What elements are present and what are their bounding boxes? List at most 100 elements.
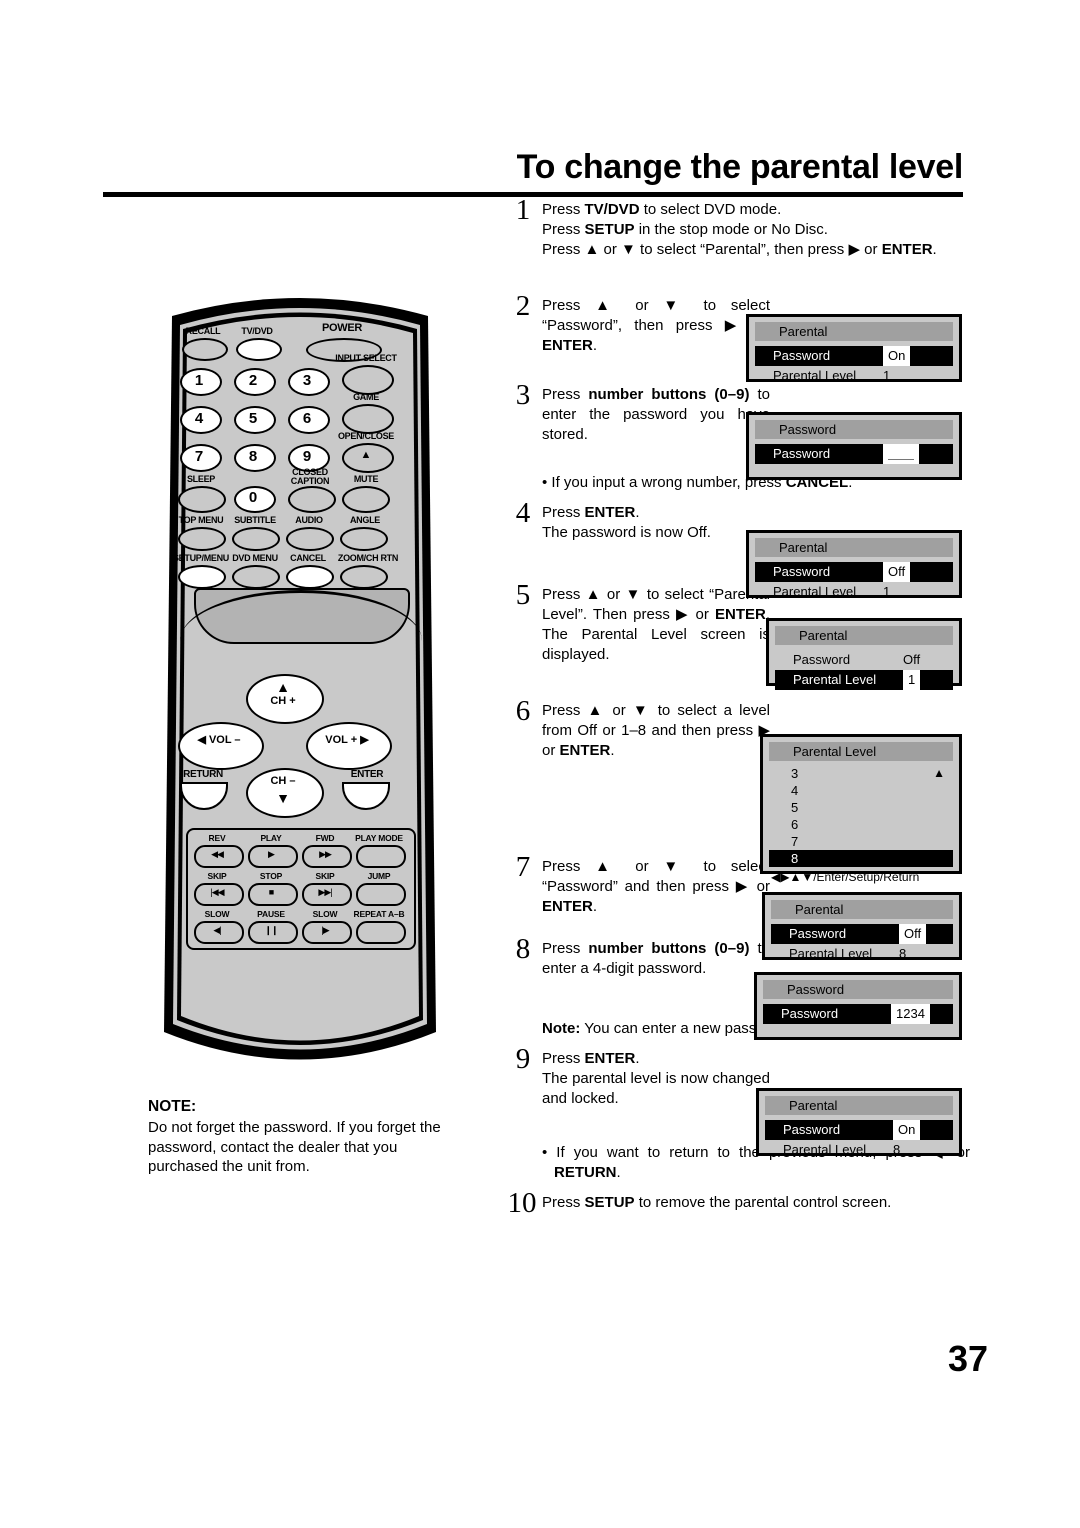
osd-screen-new-password: Password Password 1234 bbox=[754, 972, 962, 1040]
remote-label-skip-fwd: SKIP bbox=[315, 871, 335, 881]
remote-label-stop: STOP bbox=[259, 871, 283, 881]
osd-menu-row[interactable]: Parental Level 1 bbox=[755, 366, 953, 386]
osd-level-item[interactable]: 8 bbox=[769, 850, 953, 867]
remote-button-setup-menu[interactable] bbox=[178, 565, 226, 589]
remote-label-mute: MUTE bbox=[353, 474, 379, 484]
remote-label-vol-minus: ◀ VOL – bbox=[197, 734, 241, 746]
remote-label-fwd: FWD bbox=[315, 833, 335, 843]
remote-button-game[interactable] bbox=[342, 404, 394, 434]
osd-screen-parental-locked: Parental Password On Parental Level 8 bbox=[756, 1088, 962, 1157]
remote-button-top-menu[interactable] bbox=[178, 527, 226, 551]
osd-menu-row[interactable]: Password Off bbox=[775, 650, 953, 670]
osd-menu-row[interactable]: Password Off bbox=[771, 924, 953, 944]
remote-button-subtitle[interactable] bbox=[232, 527, 280, 551]
remote-button-sleep[interactable] bbox=[178, 486, 226, 513]
step-number: 3 bbox=[515, 379, 531, 411]
osd-menu-row[interactable]: Password Off bbox=[755, 562, 953, 582]
pause-icon: ❙❙ bbox=[264, 925, 278, 935]
remote-control-illustration: RECALL TV/DVD POWER 1 2 3 INPUT SELECT 4… bbox=[150, 272, 450, 1082]
osd-menu-row[interactable]: Parental Level 1 bbox=[755, 582, 953, 602]
play-icon: ▶ bbox=[268, 849, 275, 859]
remote-button-audio[interactable] bbox=[286, 527, 334, 551]
note-text: Do not forget the password. If you forge… bbox=[148, 1119, 441, 1175]
osd-menu-row[interactable]: Password 1234 bbox=[763, 1004, 953, 1024]
remote-button-tvdvd[interactable] bbox=[236, 338, 282, 361]
remote-label-rev: REV bbox=[208, 833, 226, 843]
stop-icon: ■ bbox=[268, 887, 274, 897]
remote-number-0: 0 bbox=[248, 489, 258, 506]
remote-button-mute[interactable] bbox=[342, 486, 390, 513]
remote-button-play-mode[interactable] bbox=[356, 845, 406, 868]
osd-row-label: Password bbox=[783, 1122, 841, 1137]
osd-row-label: Password bbox=[793, 652, 851, 667]
scroll-up-arrow-icon: ▲ bbox=[933, 766, 945, 780]
step-body: Press ▲ or ▼ to select “Password” and th… bbox=[542, 858, 770, 915]
remote-button-recall[interactable] bbox=[182, 338, 228, 361]
osd-row-value: 1 bbox=[883, 368, 891, 383]
osd-title-bar: Parental bbox=[765, 1096, 953, 1115]
remote-number-7: 7 bbox=[194, 448, 204, 465]
osd-row-label: Parental Level bbox=[773, 584, 857, 599]
remote-label-closed-caption: CLOSED CAPTION bbox=[290, 467, 330, 486]
osd-level-item[interactable]: 5 bbox=[769, 799, 953, 816]
osd-menu-row[interactable]: Parental Level 1 bbox=[775, 670, 953, 690]
remote-number-9: 9 bbox=[302, 448, 312, 465]
osd-title-bar: Parental bbox=[775, 626, 953, 645]
arrow-up-icon: ▲ bbox=[276, 679, 290, 695]
remote-label-repeat-ab: REPEAT A–B bbox=[353, 909, 405, 919]
osd-screen-parental-password-on: Parental Password On Parental Level 1 bbox=[746, 314, 962, 383]
remote-number-3: 3 bbox=[302, 372, 312, 389]
osd-row-label: Password bbox=[773, 348, 831, 363]
remote-button-zoom-ch-rtn[interactable] bbox=[340, 565, 388, 589]
osd-row-value: On bbox=[893, 1120, 921, 1140]
step-line: Press ▲ or ▼ to select “Parental”, then … bbox=[542, 241, 937, 258]
remote-button-angle[interactable] bbox=[340, 527, 388, 551]
osd-menu-row[interactable]: Parental Level 8 bbox=[771, 944, 953, 964]
osd-menu-row[interactable]: Password On bbox=[755, 346, 953, 366]
osd-row-label: Password bbox=[773, 446, 831, 461]
rewind-icon: ◀◀ bbox=[211, 849, 224, 859]
osd-menu-row[interactable]: Password ＿＿ bbox=[755, 444, 953, 464]
note-block: NOTE: Do not forget the password. If you… bbox=[148, 1098, 458, 1177]
osd-level-item[interactable]: 3 ▲ bbox=[769, 765, 953, 782]
fast-forward-icon: ▶▶ bbox=[319, 849, 332, 859]
osd-row-value: 1 bbox=[883, 584, 891, 599]
remote-label-vol-plus: VOL + ▶ bbox=[325, 734, 369, 746]
skip-forward-icon: ▶▶| bbox=[318, 887, 332, 897]
remote-label-slow-back: SLOW bbox=[204, 909, 230, 919]
osd-screen-parental-level-list: Parental Level 3 ▲ 4 5 6 7 8 ◀▶▲▼/Enter/Setup/Re… bbox=[760, 734, 962, 884]
step-body: Press ▲ or ▼ to select “Password”, then … bbox=[542, 297, 770, 354]
step-body: Press ▲ or ▼ to select a level from Off … bbox=[542, 702, 770, 759]
osd-row-value: 8 bbox=[899, 946, 907, 961]
remote-button-jump[interactable] bbox=[356, 883, 406, 906]
step-line: Press SETUP in the stop mode or No Disc. bbox=[542, 221, 828, 238]
step-number: 10 bbox=[507, 1187, 537, 1219]
remote-label-pause: PAUSE bbox=[257, 909, 285, 919]
remote-button-closed-caption[interactable] bbox=[288, 486, 336, 513]
osd-row-value: On bbox=[883, 346, 911, 366]
remote-number-8: 8 bbox=[248, 448, 258, 465]
step-10: 10 Press SETUP to remove the parental co… bbox=[508, 1187, 970, 1243]
step-number: 5 bbox=[515, 579, 531, 611]
remote-button-vol-minus[interactable] bbox=[178, 722, 264, 770]
remote-button-repeat-ab[interactable] bbox=[356, 921, 406, 944]
skip-back-icon: |◀◀ bbox=[210, 887, 224, 897]
remote-button-cancel[interactable] bbox=[286, 565, 334, 589]
remote-number-6: 6 bbox=[302, 410, 312, 427]
osd-level-item[interactable]: 4 bbox=[769, 782, 953, 799]
osd-menu-row[interactable]: Parental Level 8 bbox=[765, 1140, 953, 1160]
osd-level-item[interactable]: 7 bbox=[769, 833, 953, 850]
remote-label-ch-up: CH + bbox=[270, 695, 296, 707]
osd-screen-parental-level-8-off: Parental Password Off Parental Level 8 bbox=[762, 892, 962, 961]
remote-number-1: 1 bbox=[194, 372, 204, 389]
remote-button-vol-plus[interactable] bbox=[306, 722, 392, 770]
remote-button-dvd-menu[interactable] bbox=[232, 565, 280, 589]
remote-label-audio: AUDIO bbox=[295, 515, 323, 525]
remote-button-input-select[interactable] bbox=[342, 365, 394, 395]
remote-label-play-mode: PLAY MODE bbox=[355, 833, 403, 843]
remote-label-return: RETURN bbox=[183, 769, 223, 780]
remote-label-skip-back: SKIP bbox=[207, 871, 227, 881]
osd-level-item[interactable]: 6 bbox=[769, 816, 953, 833]
osd-menu-row[interactable]: Password On bbox=[765, 1120, 953, 1140]
note-title: NOTE: bbox=[148, 1098, 197, 1115]
